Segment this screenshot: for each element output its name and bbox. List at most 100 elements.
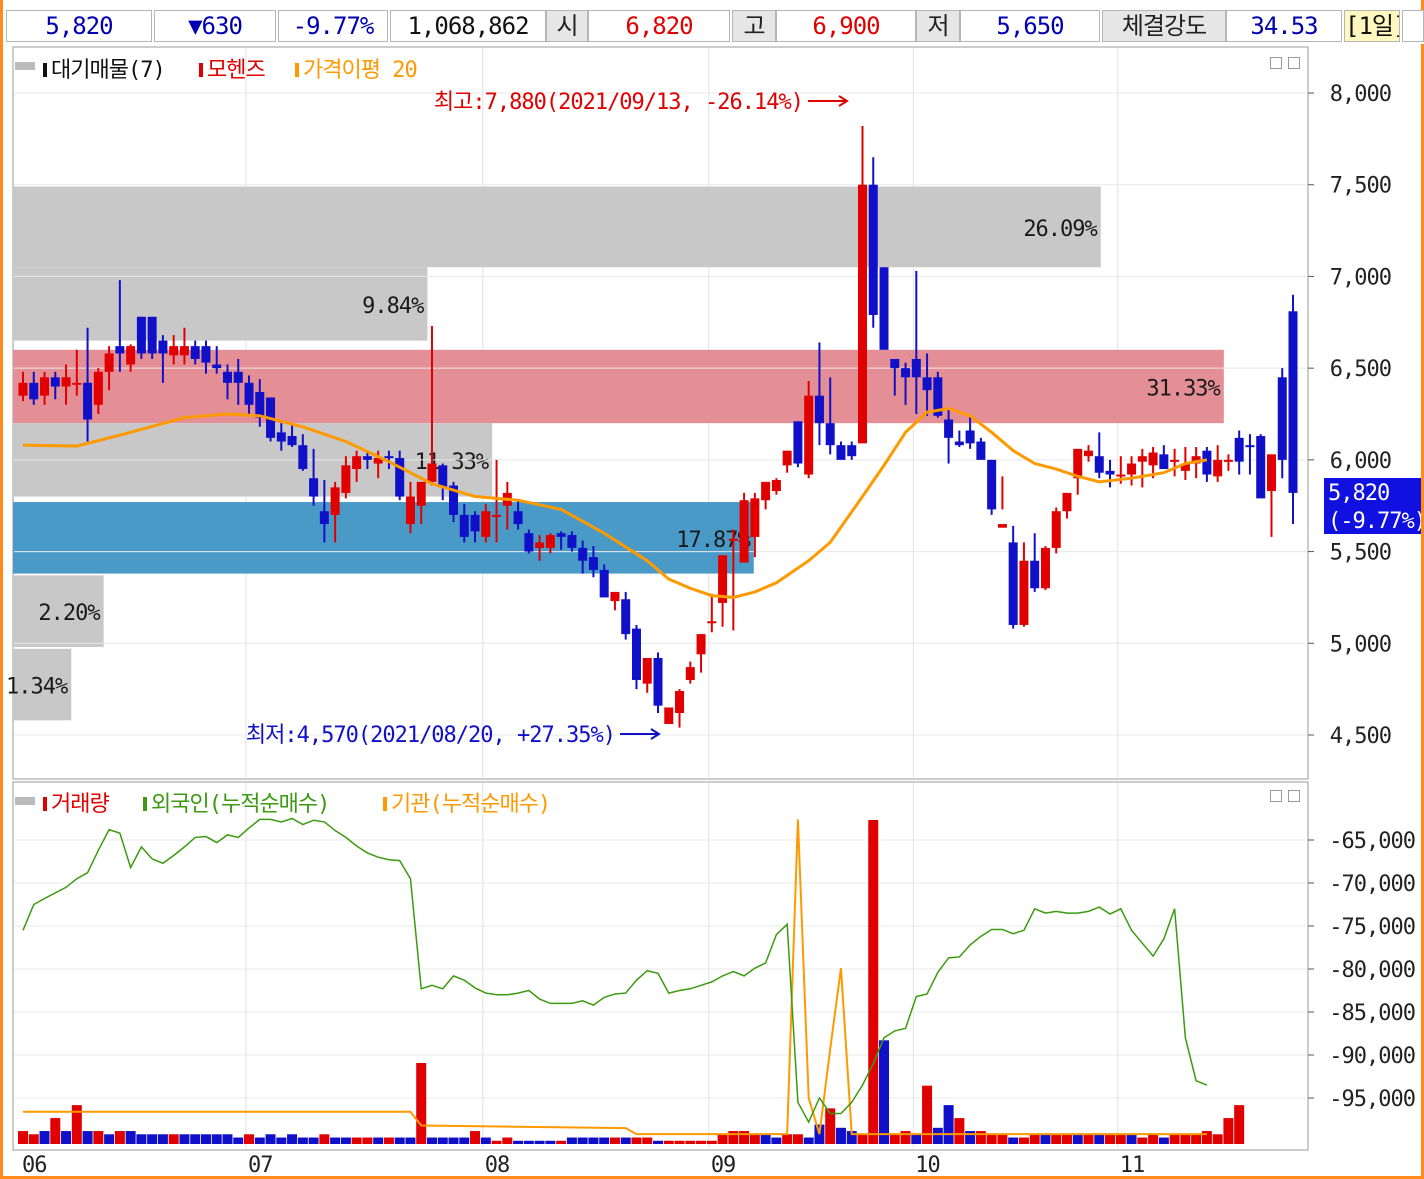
volume-bar xyxy=(470,1131,481,1144)
candle-body xyxy=(567,535,577,548)
volume-bar xyxy=(1061,1134,1072,1144)
legend-marker xyxy=(43,797,47,811)
candle-body xyxy=(610,591,620,602)
candle-body xyxy=(588,557,598,570)
volume-bar xyxy=(18,1131,28,1144)
pending-supply-label: 9.84% xyxy=(362,294,424,319)
volume-bar xyxy=(28,1134,39,1144)
volume-bar xyxy=(157,1134,168,1144)
candle-body xyxy=(147,316,157,354)
candle-body xyxy=(201,346,211,363)
volume-bar xyxy=(330,1137,341,1144)
volume-bar xyxy=(308,1137,319,1144)
volume-bar xyxy=(879,1040,890,1144)
candle-body xyxy=(427,463,437,482)
last-price-percent: (-9.77%) xyxy=(1328,509,1421,534)
volume-bar xyxy=(1158,1137,1169,1144)
candle-body xyxy=(847,445,857,457)
candle-body xyxy=(901,368,911,378)
volume-bar xyxy=(588,1137,599,1144)
y-tick-label: 5,500 xyxy=(1330,541,1391,566)
y-tick-label: -85,000 xyxy=(1329,1001,1415,1026)
pending-supply-label: 17.87% xyxy=(676,528,750,553)
y-tick-label: 5,000 xyxy=(1330,632,1391,657)
volume-bar xyxy=(233,1137,244,1144)
volume-bar xyxy=(868,820,879,1144)
volume-bar xyxy=(351,1137,362,1144)
volume-bar xyxy=(674,1140,685,1144)
candle-body xyxy=(976,441,986,460)
candle-body xyxy=(578,547,588,561)
candle-body xyxy=(169,346,179,356)
price-panel-close-button[interactable] xyxy=(1288,57,1300,69)
candle-body xyxy=(1051,511,1061,548)
candle-body xyxy=(965,430,975,444)
volume-bar xyxy=(394,1137,405,1144)
volume-bar xyxy=(975,1131,986,1144)
y-tick-label: -95,000 xyxy=(1329,1087,1415,1112)
candle-body xyxy=(642,657,652,684)
volume-bar xyxy=(523,1140,534,1144)
legend-entry: 거래량 xyxy=(51,792,109,817)
volume-bar xyxy=(534,1140,545,1144)
volume-bar xyxy=(782,1134,793,1144)
volume-bar xyxy=(502,1137,513,1144)
volume-panel-handle xyxy=(15,797,35,805)
candle-body xyxy=(879,267,889,350)
volume-bar xyxy=(696,1140,707,1144)
volume-bar xyxy=(319,1134,330,1144)
candle-body xyxy=(771,480,781,492)
candle-body xyxy=(1213,459,1223,477)
candle-body xyxy=(50,377,60,387)
candle-body xyxy=(987,459,997,510)
volume-bar xyxy=(706,1140,717,1144)
y-tick-label: 6,500 xyxy=(1330,357,1391,382)
pending-supply-band xyxy=(13,186,1101,268)
candle-body xyxy=(1277,377,1287,460)
price-panel-minimize-button[interactable] xyxy=(1270,57,1282,69)
volume-bar xyxy=(405,1137,416,1144)
volume-bar xyxy=(168,1134,179,1144)
volume-bar xyxy=(556,1140,567,1144)
pending-supply-label: 1.34% xyxy=(6,675,68,700)
candle-body xyxy=(1245,445,1255,448)
volume-bar xyxy=(340,1137,351,1144)
volume-bar xyxy=(954,1118,965,1144)
volume-bar xyxy=(911,1134,922,1144)
volume-bar xyxy=(179,1134,190,1144)
volume-bar xyxy=(792,1134,803,1144)
candle-body xyxy=(997,524,1007,528)
volume-bar xyxy=(685,1140,696,1144)
candle-body xyxy=(362,456,372,460)
pending-supply-label: 11.33% xyxy=(415,450,489,475)
candle-body xyxy=(1105,470,1115,475)
volume-bar xyxy=(1223,1118,1234,1144)
volume-bar xyxy=(1180,1134,1191,1144)
volume-panel-close-button[interactable] xyxy=(1288,790,1300,802)
candle-body xyxy=(599,569,609,598)
candle-body xyxy=(319,511,329,525)
candle-body xyxy=(29,382,39,400)
chart-canvas: 06 07 08 09 10 11 26.09% 9.84% 31.33% 11.33% 17.87… xyxy=(6,46,1421,1176)
candle-body xyxy=(190,346,200,359)
volume-bar xyxy=(642,1137,653,1144)
candle-body xyxy=(72,382,82,385)
candle-body xyxy=(395,458,405,497)
candle-body xyxy=(384,456,394,459)
candle-body xyxy=(782,450,792,466)
candle-body xyxy=(653,657,663,706)
volume-bar xyxy=(104,1134,115,1144)
candle-body xyxy=(1288,311,1298,493)
volume-panel-minimize-button[interactable] xyxy=(1270,790,1282,802)
volume-bar xyxy=(1105,1134,1116,1144)
volume-bar xyxy=(889,1134,900,1144)
volume-bar xyxy=(631,1137,642,1144)
candle-body xyxy=(954,441,964,446)
volume-bar xyxy=(1029,1134,1040,1144)
candle-body xyxy=(244,382,254,405)
volume-bar xyxy=(426,1137,437,1144)
volume-bar xyxy=(459,1137,470,1144)
candle-body xyxy=(868,184,878,315)
candle-body xyxy=(341,465,351,493)
candle-body xyxy=(1030,560,1040,589)
